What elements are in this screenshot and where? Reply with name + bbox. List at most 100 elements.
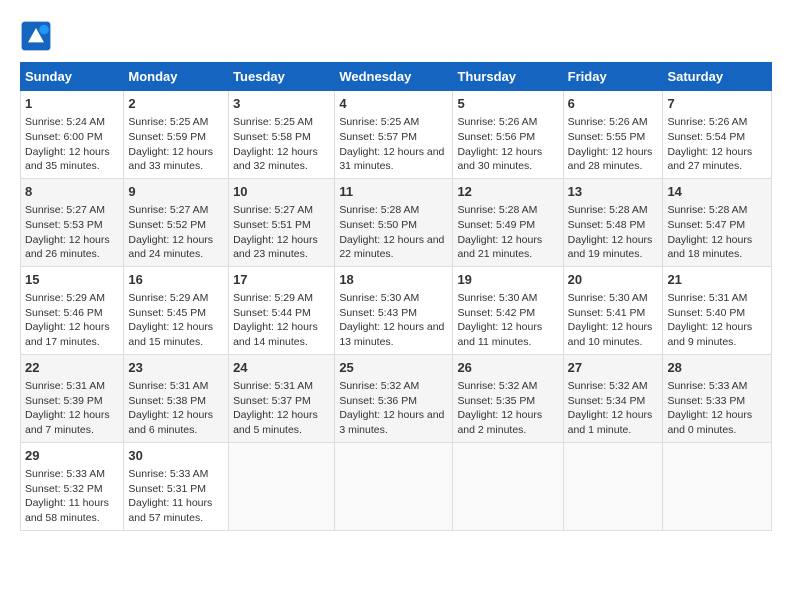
daylight-text: Daylight: 12 hours and 30 minutes. xyxy=(457,146,542,173)
sunset-text: Sunset: 5:34 PM xyxy=(568,395,646,407)
sunrise-text: Sunrise: 5:28 AM xyxy=(667,204,747,216)
day-number: 29 xyxy=(25,447,119,465)
header-cell-monday: Monday xyxy=(124,63,229,91)
sunset-text: Sunset: 5:59 PM xyxy=(128,131,206,143)
sunrise-text: Sunrise: 5:25 AM xyxy=(339,116,419,128)
calendar-day-cell: 10 Sunrise: 5:27 AM Sunset: 5:51 PM Dayligh… xyxy=(229,178,335,266)
sunrise-text: Sunrise: 5:26 AM xyxy=(568,116,648,128)
sunrise-text: Sunrise: 5:25 AM xyxy=(233,116,313,128)
calendar-day-cell: 21Sunrise: 5:31 AMSunset: 5:40 PMDayligh… xyxy=(663,266,772,354)
sunrise-text: Sunrise: 5:33 AM xyxy=(667,380,747,392)
header-cell-wednesday: Wednesday xyxy=(335,63,453,91)
sunset-text: Sunset: 5:46 PM xyxy=(25,307,103,319)
sunset-text: Sunset: 5:49 PM xyxy=(457,219,535,231)
sunset-text: Sunset: 5:45 PM xyxy=(128,307,206,319)
day-number: 19 xyxy=(457,271,558,289)
sunset-text: Sunset: 5:53 PM xyxy=(25,219,103,231)
sunrise-text: Sunrise: 5:25 AM xyxy=(128,116,208,128)
header-cell-tuesday: Tuesday xyxy=(229,63,335,91)
sunrise-text: Sunrise: 5:31 AM xyxy=(128,380,208,392)
calendar-day-cell: 23Sunrise: 5:31 AMSunset: 5:38 PMDayligh… xyxy=(124,354,229,442)
daylight-text: Daylight: 12 hours and 5 minutes. xyxy=(233,409,318,436)
sunset-text: Sunset: 5:51 PM xyxy=(233,219,311,231)
sunset-text: Sunset: 5:39 PM xyxy=(25,395,103,407)
daylight-text: Daylight: 12 hours and 23 minutes. xyxy=(233,234,318,261)
daylight-text: Daylight: 12 hours and 27 minutes. xyxy=(667,146,752,173)
sunset-text: Sunset: 5:43 PM xyxy=(339,307,417,319)
calendar-day-cell: 16Sunrise: 5:29 AMSunset: 5:45 PMDayligh… xyxy=(124,266,229,354)
sunrise-text: Sunrise: 5:32 AM xyxy=(457,380,537,392)
calendar-day-cell: 3Sunrise: 5:25 AMSunset: 5:58 PMDaylight… xyxy=(229,91,335,179)
daylight-text: Daylight: 12 hours and 7 minutes. xyxy=(25,409,110,436)
sunset-text: Sunset: 5:52 PM xyxy=(128,219,206,231)
daylight-text: Daylight: 12 hours and 32 minutes. xyxy=(233,146,318,173)
daylight-text: Daylight: 12 hours and 0 minutes. xyxy=(667,409,752,436)
page-header xyxy=(20,20,772,52)
sunset-text: Sunset: 5:41 PM xyxy=(568,307,646,319)
sunset-text: Sunset: 5:48 PM xyxy=(568,219,646,231)
calendar-day-cell: 13Sunrise: 5:28 AMSunset: 5:48 PMDayligh… xyxy=(563,178,663,266)
day-number: 18 xyxy=(339,271,448,289)
calendar-day-cell: 19Sunrise: 5:30 AMSunset: 5:42 PMDayligh… xyxy=(453,266,563,354)
sunset-text: Sunset: 5:37 PM xyxy=(233,395,311,407)
day-number: 7 xyxy=(667,95,767,113)
calendar-day-cell: 18Sunrise: 5:30 AMSunset: 5:43 PMDayligh… xyxy=(335,266,453,354)
sunrise-text: Sunrise: 5:32 AM xyxy=(568,380,648,392)
calendar-day-cell: 7Sunrise: 5:26 AMSunset: 5:54 PMDaylight… xyxy=(663,91,772,179)
sunrise-text: Sunrise: 5:26 AM xyxy=(667,116,747,128)
sunrise-text: Sunrise: 5:33 AM xyxy=(25,468,105,480)
calendar-day-cell: 5Sunrise: 5:26 AMSunset: 5:56 PMDaylight… xyxy=(453,91,563,179)
calendar-day-cell: 2 Sunrise: 5:25 AM Sunset: 5:59 PM Daylight… xyxy=(124,91,229,179)
day-number: 2 xyxy=(128,95,224,113)
calendar-day-cell: 4Sunrise: 5:25 AMSunset: 5:57 PMDaylight… xyxy=(335,91,453,179)
calendar-week-row: 8 Sunrise: 5:27 AM Sunset: 5:53 PM Daylight… xyxy=(21,178,772,266)
day-number: 14 xyxy=(667,183,767,201)
day-number: 4 xyxy=(339,95,448,113)
logo xyxy=(20,20,56,52)
calendar-day-cell: 29Sunrise: 5:33 AMSunset: 5:32 PMDayligh… xyxy=(21,442,124,530)
sunrise-text: Sunrise: 5:30 AM xyxy=(339,292,419,304)
daylight-text: Daylight: 12 hours and 35 minutes. xyxy=(25,146,110,173)
logo-icon xyxy=(20,20,52,52)
day-number: 28 xyxy=(667,359,767,377)
calendar-day-cell: 9Sunrise: 5:27 AMSunset: 5:52 PMDaylight… xyxy=(124,178,229,266)
calendar-day-cell: 8Sunrise: 5:27 AMSunset: 5:53 PMDaylight… xyxy=(21,178,124,266)
calendar-day-cell: 11Sunrise: 5:28 AMSunset: 5:50 PMDayligh… xyxy=(335,178,453,266)
header-cell-sunday: Sunday xyxy=(21,63,124,91)
calendar-day-cell xyxy=(663,442,772,530)
day-number: 17 xyxy=(233,271,330,289)
daylight-text: Daylight: 12 hours and 14 minutes. xyxy=(233,321,318,348)
sunrise-text: Sunrise: 5:29 AM xyxy=(128,292,208,304)
daylight-text: Daylight: 12 hours and 28 minutes. xyxy=(568,146,653,173)
calendar-day-cell: 28Sunrise: 5:33 AMSunset: 5:33 PMDayligh… xyxy=(663,354,772,442)
day-number: 8 xyxy=(25,183,119,201)
calendar-week-row: 29Sunrise: 5:33 AMSunset: 5:32 PMDayligh… xyxy=(21,442,772,530)
sunset-text: Sunset: 5:38 PM xyxy=(128,395,206,407)
calendar-day-cell: 20Sunrise: 5:30 AMSunset: 5:41 PMDayligh… xyxy=(563,266,663,354)
sunset-text: Sunset: 5:40 PM xyxy=(667,307,745,319)
sunset-text: Sunset: 5:35 PM xyxy=(457,395,535,407)
sunset-text: Sunset: 5:32 PM xyxy=(25,483,103,495)
sunrise-text: Sunrise: 5:28 AM xyxy=(568,204,648,216)
daylight-text: Daylight: 12 hours and 18 minutes. xyxy=(667,234,752,261)
header-cell-friday: Friday xyxy=(563,63,663,91)
sunrise-text: Sunrise: 5:29 AM xyxy=(233,292,313,304)
sunrise-text: Sunrise: 5:24 AM xyxy=(25,116,105,128)
daylight-text: Daylight: 12 hours and 9 minutes. xyxy=(667,321,752,348)
day-number: 1 xyxy=(25,95,119,113)
sunset-text: Sunset: 5:36 PM xyxy=(339,395,417,407)
day-number: 10 xyxy=(233,183,330,201)
calendar-week-row: 15Sunrise: 5:29 AMSunset: 5:46 PMDayligh… xyxy=(21,266,772,354)
sunrise-text: Sunrise: 5:30 AM xyxy=(457,292,537,304)
calendar-day-cell xyxy=(453,442,563,530)
sunset-text: Sunset: 5:55 PM xyxy=(568,131,646,143)
day-number: 3 xyxy=(233,95,330,113)
day-number: 21 xyxy=(667,271,767,289)
calendar-day-cell: 14Sunrise: 5:28 AMSunset: 5:47 PMDayligh… xyxy=(663,178,772,266)
sunset-text: Sunset: 5:50 PM xyxy=(339,219,417,231)
day-number: 30 xyxy=(128,447,224,465)
calendar-day-cell: 15Sunrise: 5:29 AMSunset: 5:46 PMDayligh… xyxy=(21,266,124,354)
day-number: 13 xyxy=(568,183,659,201)
sunrise-text: Sunrise: 5:27 AM xyxy=(233,204,313,216)
daylight-text: Daylight: 12 hours and 33 minutes. xyxy=(128,146,213,173)
